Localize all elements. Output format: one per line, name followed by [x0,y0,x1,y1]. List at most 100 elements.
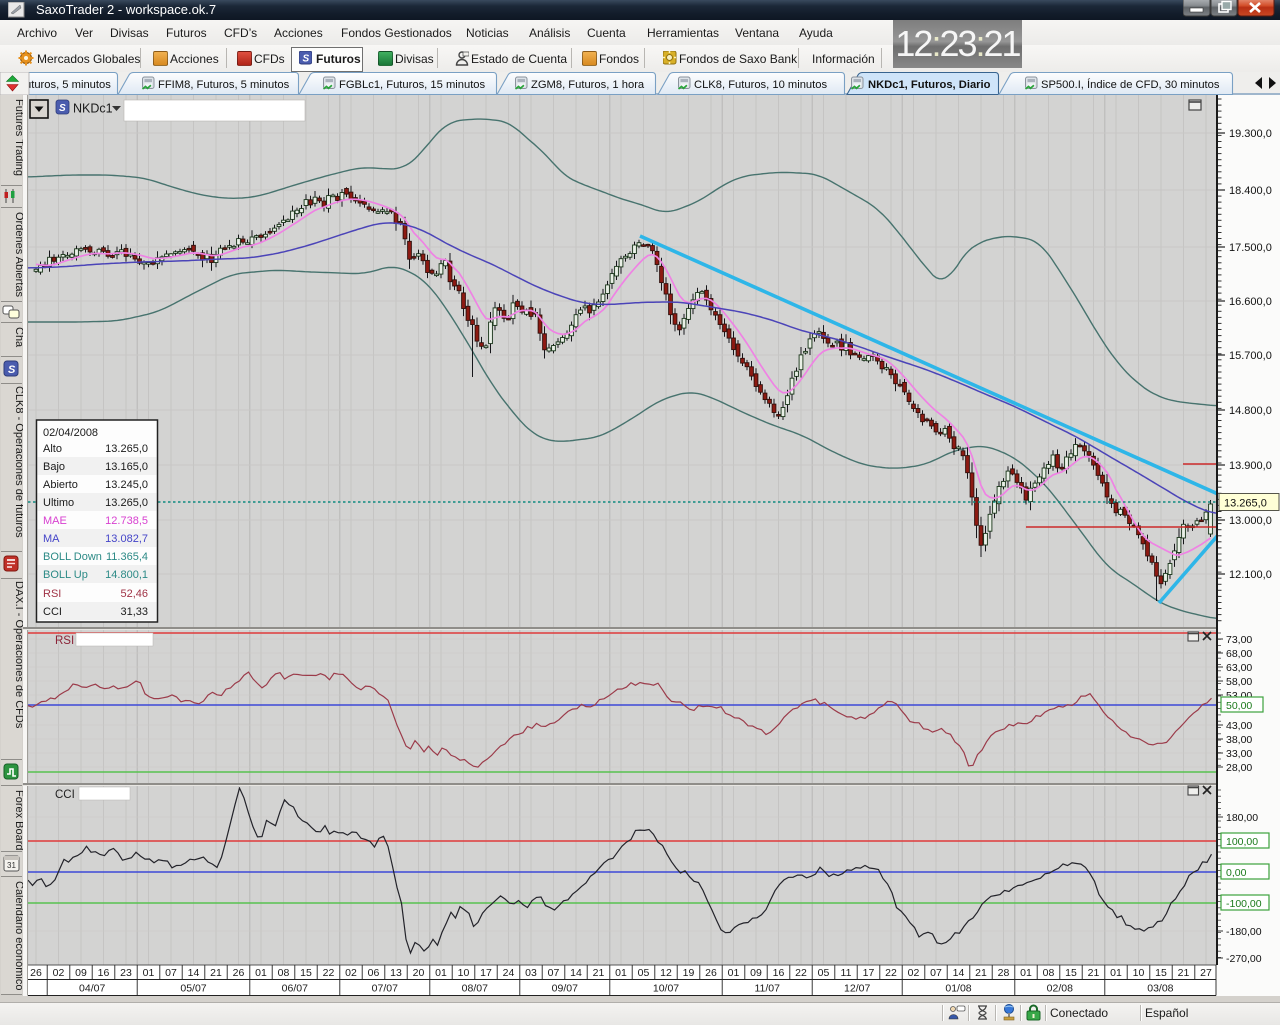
svg-text:68,00: 68,00 [1226,648,1252,660]
svg-text:21: 21 [593,967,605,979]
svg-text:12.100,0: 12.100,0 [1229,569,1272,581]
svg-text:17: 17 [480,967,492,979]
svg-text:21: 21 [210,967,222,979]
svg-text:22: 22 [885,967,897,979]
svg-text:CCI: CCI [43,606,62,618]
svg-text:07/07: 07/07 [372,983,398,995]
svg-text:S: S [59,103,66,114]
svg-text:01: 01 [1110,967,1122,979]
svg-text:02: 02 [53,967,65,979]
svg-text:50,00: 50,00 [1226,700,1252,712]
svg-text:01: 01 [615,967,627,979]
svg-text:14.800,1: 14.800,1 [105,569,148,581]
svg-text:01: 01 [728,967,740,979]
svg-text:BOLL Up: BOLL Up [43,569,88,581]
svg-text:06: 06 [368,967,380,979]
svg-text:12: 12 [660,967,672,979]
svg-text:-180,00: -180,00 [1226,926,1262,938]
svg-text:19: 19 [683,967,695,979]
svg-text:63,00: 63,00 [1226,662,1252,674]
svg-text:-270,00: -270,00 [1226,953,1262,965]
svg-text:NKDc1: NKDc1 [73,102,113,116]
svg-text:19.300,0: 19.300,0 [1229,128,1272,140]
svg-text:MAE: MAE [43,515,67,527]
svg-text:05: 05 [638,967,650,979]
svg-text:15.700,0: 15.700,0 [1229,350,1272,362]
svg-text:21: 21 [975,967,987,979]
svg-text:10: 10 [1133,967,1145,979]
svg-text:Abierto: Abierto [43,479,78,491]
svg-text:23: 23 [120,967,132,979]
svg-text:BOLL Down: BOLL Down [43,551,102,563]
svg-text:14: 14 [188,967,200,979]
svg-text:16: 16 [773,967,785,979]
svg-text:10/07: 10/07 [653,983,679,995]
svg-text:17.500,0: 17.500,0 [1229,242,1272,254]
svg-text:33,00: 33,00 [1226,748,1252,760]
svg-text:Bajo: Bajo [43,461,65,473]
svg-text:180,00: 180,00 [1226,812,1258,824]
svg-text:09: 09 [750,967,762,979]
svg-text:0,00: 0,00 [1226,867,1247,879]
svg-text:01: 01 [143,967,155,979]
svg-text:07: 07 [930,967,942,979]
svg-text:01: 01 [1020,967,1032,979]
svg-text:03: 03 [525,967,537,979]
svg-text:07: 07 [165,967,177,979]
svg-text:03/08: 03/08 [1147,983,1173,995]
svg-text:26: 26 [30,967,42,979]
svg-text:Alto: Alto [43,443,62,455]
svg-text:10: 10 [458,967,470,979]
svg-text:15: 15 [1065,967,1077,979]
svg-text:08/07: 08/07 [462,983,488,995]
svg-text:26: 26 [705,967,717,979]
svg-text:07: 07 [548,967,560,979]
svg-text:02: 02 [908,967,920,979]
svg-text:13.245,0: 13.245,0 [105,479,148,491]
svg-text:02/08: 02/08 [1047,983,1073,995]
svg-text:38,00: 38,00 [1226,734,1252,746]
svg-text:28: 28 [998,967,1010,979]
svg-text:17: 17 [863,967,875,979]
svg-text:22: 22 [795,967,807,979]
svg-text:13.165,0: 13.165,0 [105,461,148,473]
svg-text:21: 21 [1088,967,1100,979]
svg-text:16: 16 [98,967,110,979]
svg-text:31,33: 31,33 [120,606,148,618]
svg-text:14.800,0: 14.800,0 [1229,405,1272,417]
svg-text:27: 27 [1200,967,1212,979]
svg-text:73,00: 73,00 [1226,634,1252,646]
svg-text:09: 09 [75,967,87,979]
svg-text:18.400,0: 18.400,0 [1229,185,1272,197]
svg-text:13.900,0: 13.900,0 [1229,460,1272,472]
svg-text:52,46: 52,46 [120,588,148,600]
svg-text:01/08: 01/08 [945,983,971,995]
svg-text:58,00: 58,00 [1226,676,1252,688]
svg-text:13.265,0: 13.265,0 [1224,498,1267,510]
svg-text:13.082,7: 13.082,7 [105,533,148,545]
svg-text:11.365,4: 11.365,4 [106,551,148,563]
svg-text:01: 01 [255,967,267,979]
svg-text:16.600,0: 16.600,0 [1229,296,1272,308]
svg-text:05: 05 [818,967,830,979]
svg-text:28,00: 28,00 [1226,762,1252,774]
svg-text:05/07: 05/07 [180,983,206,995]
svg-text:13: 13 [390,967,402,979]
svg-text:15: 15 [300,967,312,979]
svg-text:20: 20 [413,967,425,979]
svg-text:12.738,5: 12.738,5 [105,515,148,527]
svg-text:02/04/2008: 02/04/2008 [43,427,98,439]
svg-text:04/07: 04/07 [79,983,105,995]
svg-text:01: 01 [435,967,447,979]
svg-text:Ultimo: Ultimo [43,497,74,509]
svg-text:09/07: 09/07 [552,983,578,995]
svg-text:RSI: RSI [43,588,61,600]
svg-text:13.265,0: 13.265,0 [105,497,148,509]
svg-text:100,00: 100,00 [1226,836,1258,848]
svg-text:43,00: 43,00 [1226,720,1252,732]
svg-text:13.265,0: 13.265,0 [105,443,148,455]
svg-text:15: 15 [1155,967,1167,979]
svg-text:RSI: RSI [55,635,74,647]
svg-text:24: 24 [503,967,515,979]
svg-text:26: 26 [233,967,245,979]
